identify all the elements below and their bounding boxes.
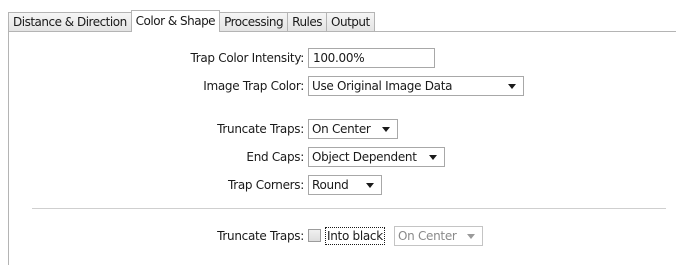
panel-border-left	[8, 31, 9, 265]
tab-processing[interactable]: Processing	[219, 12, 289, 31]
truncate-traps-black-select[interactable]: On Center	[394, 226, 483, 246]
truncate-traps-black-label: Truncate Traps:	[217, 229, 304, 243]
end-caps-value: Object Dependent	[312, 150, 417, 164]
section-divider	[32, 208, 666, 209]
chevron-down-icon	[429, 154, 437, 160]
image-trap-color-select[interactable]: Use Original Image Data	[308, 76, 524, 96]
image-trap-color-value: Use Original Image Data	[312, 79, 453, 93]
panel-border-top	[8, 31, 676, 32]
tab-strip: Distance & Direction Color & Shape Proce…	[8, 10, 375, 32]
truncate-traps-select[interactable]: On Center	[308, 119, 398, 139]
trapping-settings-panel: Distance & Direction Color & Shape Proce…	[0, 0, 676, 265]
trap-color-intensity-label: Trap Color Intensity:	[190, 51, 304, 65]
truncate-traps-label: Truncate Traps:	[217, 122, 304, 136]
chevron-down-icon	[467, 233, 475, 239]
chevron-down-icon	[382, 126, 390, 132]
chevron-down-icon	[366, 182, 374, 188]
end-caps-label: End Caps:	[246, 150, 304, 164]
trap-color-intensity-input[interactable]: 100.00%	[308, 48, 435, 68]
tab-color-shape[interactable]: Color & Shape	[130, 10, 221, 32]
truncate-traps-black-value: On Center	[398, 229, 457, 243]
chevron-down-icon	[508, 83, 516, 89]
tab-distance-direction[interactable]: Distance & Direction	[8, 12, 132, 31]
tab-output[interactable]: Output	[326, 12, 375, 31]
into-black-checkbox[interactable]	[308, 229, 321, 242]
tab-rules[interactable]: Rules	[287, 12, 328, 31]
end-caps-select[interactable]: Object Dependent	[308, 147, 445, 167]
image-trap-color-label: Image Trap Color:	[203, 79, 304, 93]
trap-corners-select[interactable]: Round	[308, 175, 382, 195]
into-black-checkbox-label[interactable]: Into black	[325, 227, 385, 245]
trap-corners-value: Round	[312, 178, 349, 192]
trap-corners-label: Trap Corners:	[227, 178, 304, 192]
truncate-traps-value: On Center	[312, 122, 371, 136]
